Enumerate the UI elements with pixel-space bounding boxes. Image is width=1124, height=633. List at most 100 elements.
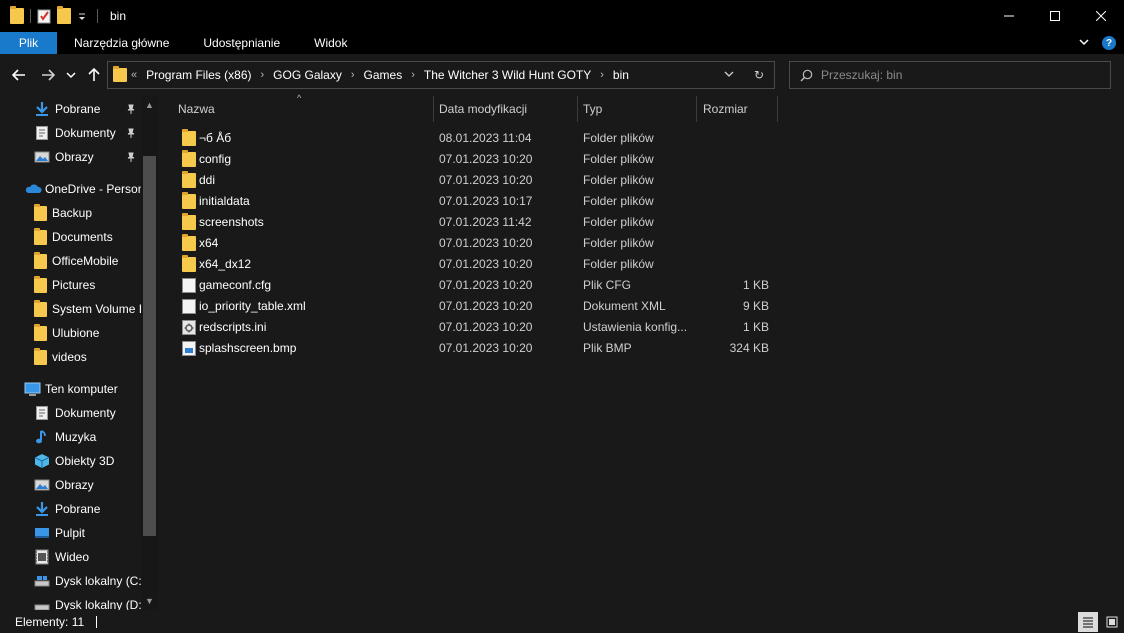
column-divider[interactable] <box>696 96 697 122</box>
back-button[interactable] <box>8 64 30 86</box>
sidebar-item-system-volume[interactable]: System Volume Information <box>34 297 141 321</box>
column-divider[interactable] <box>777 96 778 122</box>
scroll-up-icon[interactable]: ▲ <box>141 98 158 112</box>
sidebar-item-3d-objects[interactable]: Obiekty 3D <box>34 449 158 473</box>
properties-icon[interactable] <box>37 8 51 24</box>
search-box[interactable] <box>789 61 1111 89</box>
tab-file[interactable]: Plik <box>0 32 57 54</box>
forward-button[interactable] <box>37 64 59 86</box>
sidebar-item-documents[interactable]: Documents <box>34 225 158 249</box>
pin-icon[interactable] <box>126 97 140 121</box>
toolbar-divider <box>97 9 98 23</box>
drive-icon <box>34 573 50 589</box>
file-type: Folder plików <box>583 173 654 187</box>
column-header-date[interactable]: Data modyfikacji <box>439 96 577 122</box>
tab-share[interactable]: Udostępnianie <box>186 32 297 54</box>
sidebar-item-officemobile[interactable]: OfficeMobile <box>34 249 158 273</box>
sidebar-item-documents-pc[interactable]: Dokumenty <box>34 401 158 425</box>
breadcrumb-separator-icon[interactable]: › <box>596 69 608 81</box>
file-row[interactable]: ¬б Åб 08.01.2023 11:04 Folder plików <box>176 128 776 149</box>
refresh-icon[interactable]: ↻ <box>744 68 774 82</box>
tab-view[interactable]: Widok <box>297 32 364 54</box>
search-input[interactable] <box>819 67 1089 83</box>
file-row[interactable]: splashscreen.bmp 07.01.2023 10:20 Plik B… <box>176 338 776 359</box>
breadcrumb-item[interactable]: Games <box>359 68 408 82</box>
pin-icon[interactable] <box>126 145 140 169</box>
sidebar-item-pictures-pc[interactable]: Obrazy <box>34 473 158 497</box>
sidebar-item-music[interactable]: Muzyka <box>34 425 158 449</box>
column-header-type[interactable]: Typ <box>583 96 695 122</box>
scrollbar-thumb[interactable] <box>143 156 156 536</box>
customize-toolbar-icon[interactable] <box>77 8 91 24</box>
file-type: Dokument XML <box>583 299 666 313</box>
sidebar-item-onedrive[interactable]: OneDrive - Personal <box>24 177 141 201</box>
column-divider[interactable] <box>433 96 434 122</box>
help-icon[interactable]: ? <box>1102 36 1116 50</box>
new-folder-icon[interactable] <box>57 6 71 24</box>
file-type: Ustawienia konfig... <box>583 320 688 334</box>
file-row[interactable]: config 07.01.2023 10:20 Folder plików <box>176 149 776 170</box>
sidebar-item-video[interactable]: Wideo <box>34 545 158 569</box>
file-row[interactable]: ddi 07.01.2023 10:20 Folder plików <box>176 170 776 191</box>
breadcrumb-item[interactable]: The Witcher 3 Wild Hunt GOTY <box>419 68 596 82</box>
file-date: 07.01.2023 10:20 <box>439 257 533 271</box>
breadcrumb-separator-icon[interactable]: › <box>256 69 268 81</box>
quick-access-toolbar <box>10 0 104 32</box>
address-bar[interactable]: « Program Files (x86) › GOG Galaxy › Gam… <box>107 61 775 89</box>
objects-3d-icon <box>34 453 50 469</box>
sidebar-scrollbar[interactable]: ▲ ▼ <box>141 96 158 610</box>
breadcrumb-separator-icon[interactable]: › <box>407 69 419 81</box>
breadcrumb-separator-icon[interactable]: › <box>347 69 359 81</box>
column-divider[interactable] <box>577 96 578 122</box>
file-row[interactable]: x64_dx12 07.01.2023 10:20 Folder plików <box>176 254 776 275</box>
maximize-button[interactable] <box>1032 0 1078 32</box>
folder-icon <box>10 6 24 24</box>
file-row[interactable]: redscripts.ini 07.01.2023 10:20 Ustawien… <box>176 317 776 338</box>
file-size <box>703 149 769 170</box>
file-row[interactable]: screenshots 07.01.2023 11:42 Folder plik… <box>176 212 776 233</box>
column-header-size[interactable]: Rozmiar <box>703 96 777 122</box>
expand-ribbon-icon[interactable] <box>1078 36 1090 51</box>
file-row[interactable]: initialdata 07.01.2023 10:17 Folder plik… <box>176 191 776 212</box>
close-button[interactable] <box>1078 0 1124 32</box>
file-name: redscripts.ini <box>199 320 267 334</box>
large-icons-view-button[interactable] <box>1102 612 1122 632</box>
file-date: 07.01.2023 10:20 <box>439 278 533 292</box>
scroll-down-icon[interactable]: ▼ <box>141 594 158 608</box>
minimize-button[interactable] <box>986 0 1032 32</box>
breadcrumb-item[interactable]: Program Files (x86) <box>141 68 256 82</box>
sidebar-item-videos[interactable]: videos <box>34 345 158 369</box>
sidebar-item-downloads-pc[interactable]: Pobrane <box>34 497 158 521</box>
folder-icon <box>182 255 196 272</box>
tab-home[interactable]: Narzędzia główne <box>57 32 186 54</box>
file-row[interactable]: x64 07.01.2023 10:20 Folder plików <box>176 233 776 254</box>
sidebar-item-ulubione[interactable]: Ulubione <box>34 321 158 345</box>
address-overflow-icon[interactable]: « <box>127 69 141 81</box>
column-header-name[interactable]: Nazwa <box>178 96 433 122</box>
file-date: 07.01.2023 11:42 <box>439 215 532 229</box>
address-dropdown-icon[interactable] <box>714 68 744 82</box>
pin-icon[interactable] <box>126 121 140 145</box>
documents-icon <box>34 125 50 141</box>
navigation-bar: « Program Files (x86) › GOG Galaxy › Gam… <box>0 54 1124 96</box>
navigation-pane: Pobrane Dokumenty Obrazy OneDrive - Pers… <box>0 96 158 610</box>
download-icon <box>34 101 50 117</box>
sidebar-item-label: Dysk lokalny (D:) <box>55 598 141 610</box>
breadcrumb-current[interactable]: bin <box>608 68 634 82</box>
file-type: Plik BMP <box>583 341 632 355</box>
sidebar-item-drive-d[interactable]: Dysk lokalny (D:) <box>34 593 141 610</box>
sidebar-item-label: Ten komputer <box>45 382 118 396</box>
details-view-button[interactable] <box>1078 611 1098 632</box>
file-row[interactable]: io_priority_table.xml 07.01.2023 10:20 D… <box>176 296 776 317</box>
recent-locations-button[interactable] <box>62 64 80 86</box>
file-size <box>703 170 769 191</box>
file-row[interactable]: gameconf.cfg 07.01.2023 10:20 Plik CFG 1… <box>176 275 776 296</box>
up-button[interactable] <box>83 64 105 86</box>
sidebar-item-pictures[interactable]: Pictures <box>34 273 158 297</box>
sidebar-item-desktop[interactable]: Pulpit <box>34 521 158 545</box>
folder-icon <box>182 129 196 146</box>
sidebar-item-drive-c[interactable]: Dysk lokalny (C:) <box>34 569 141 593</box>
sidebar-item-backup[interactable]: Backup <box>34 201 158 225</box>
sidebar-item-this-pc[interactable]: Ten komputer <box>24 377 158 401</box>
breadcrumb-item[interactable]: GOG Galaxy <box>268 68 347 82</box>
